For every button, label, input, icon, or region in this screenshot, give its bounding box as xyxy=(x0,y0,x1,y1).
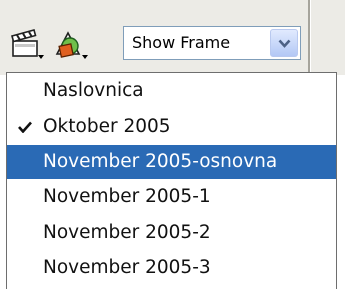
menu-item-november-2005-1[interactable]: November 2005-1 xyxy=(7,180,336,214)
menu-item-label: November 2005-2 xyxy=(43,222,211,243)
menu-item-label: Naslovnica xyxy=(43,80,144,101)
menu-item-label: November 2005-1 xyxy=(43,186,211,207)
menu-item-november-2005-osnovna[interactable]: November 2005-osnovna xyxy=(7,145,336,179)
menu-item-november-2005-3[interactable]: November 2005-3 xyxy=(7,251,336,285)
show-frame-select[interactable]: Show Frame xyxy=(123,26,301,60)
checkmark-icon xyxy=(18,121,32,133)
app-window: Show Frame Naslovnica Oktober 2005 Novem… xyxy=(0,0,345,289)
toolbar: Show Frame xyxy=(0,0,345,75)
shapes-icon xyxy=(55,31,88,59)
menu-item-november-2005-2[interactable]: November 2005-2 xyxy=(7,216,336,250)
menu-item-naslovnica[interactable]: Naslovnica xyxy=(7,74,336,108)
chevron-down-icon xyxy=(278,39,291,48)
toolbar-divider xyxy=(308,0,311,75)
menu-item-oktober-2005[interactable]: Oktober 2005 xyxy=(7,110,336,144)
clapperboard-icon xyxy=(11,29,44,59)
select-dropdown-button[interactable] xyxy=(270,29,298,57)
menu-item-label: November 2005-3 xyxy=(43,257,211,278)
edit-scene-button[interactable] xyxy=(10,27,46,63)
menu-item-label: Oktober 2005 xyxy=(43,116,171,137)
show-frame-select-value: Show Frame xyxy=(132,33,231,52)
menu-item-label: November 2005-osnovna xyxy=(43,151,278,172)
edit-symbols-button[interactable] xyxy=(54,27,90,63)
scene-menu: Naslovnica Oktober 2005 November 2005-os… xyxy=(6,72,337,289)
